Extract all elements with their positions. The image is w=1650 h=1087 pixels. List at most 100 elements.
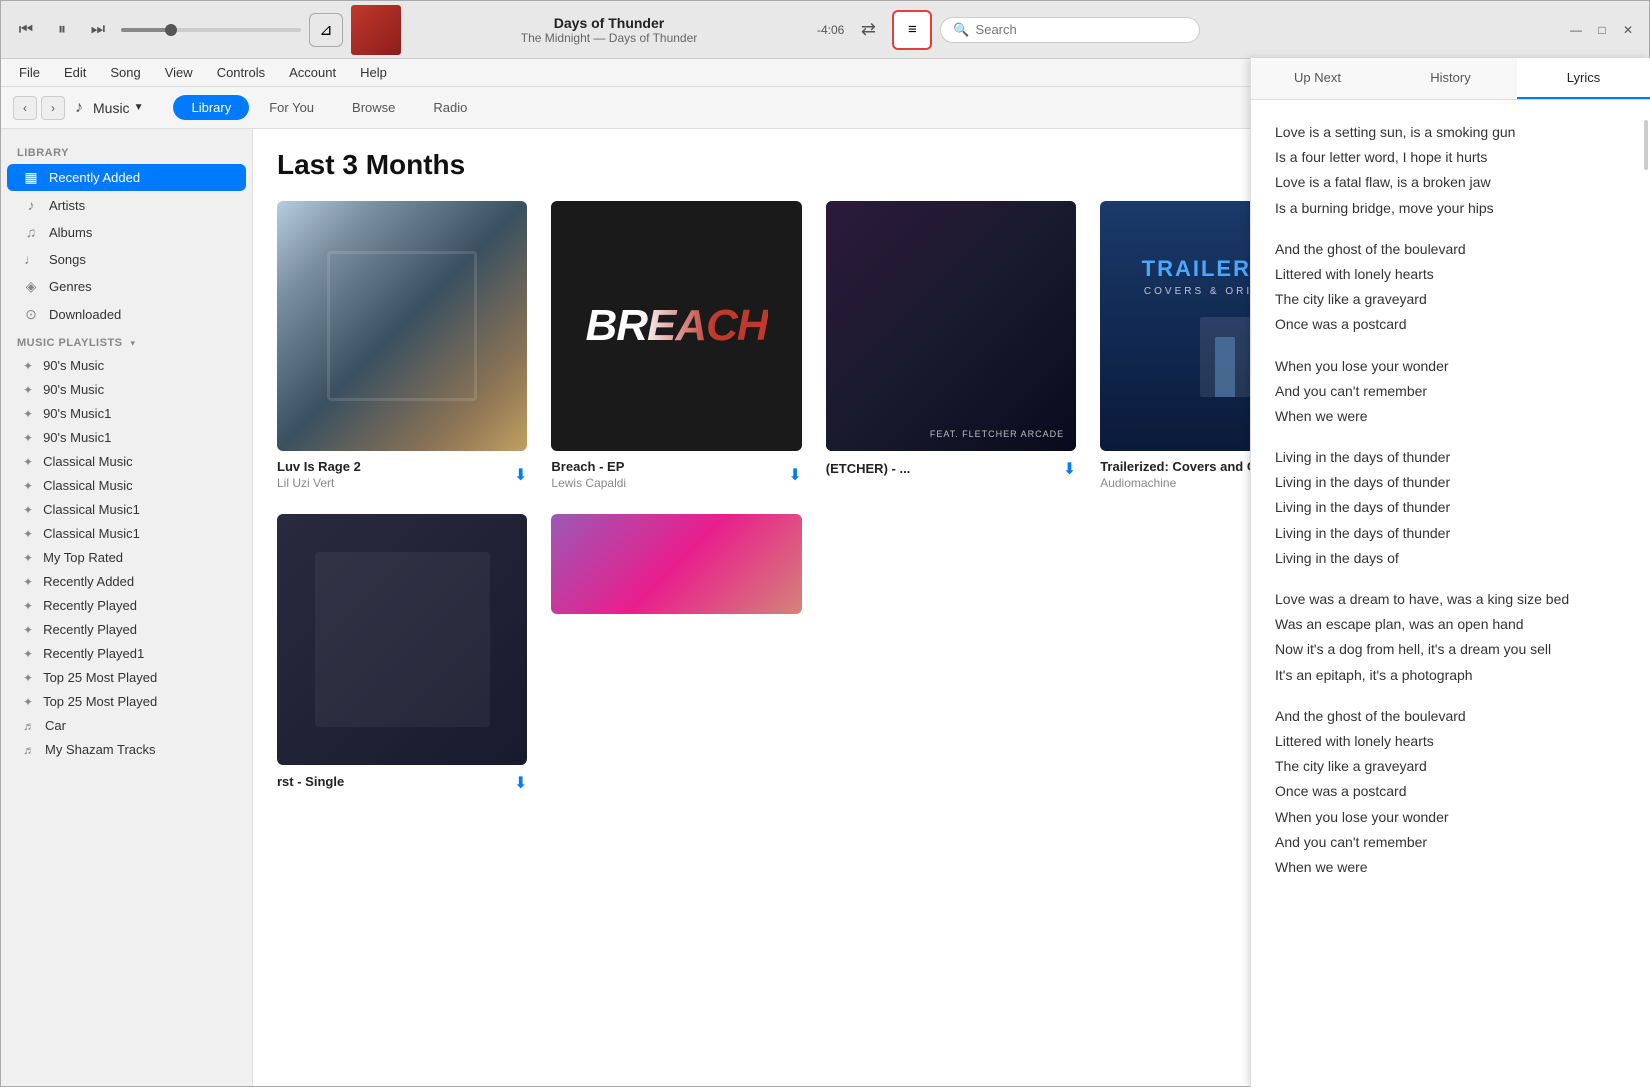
menu-account[interactable]: Account (279, 63, 346, 82)
playlist-label-1: 90's Music (43, 358, 104, 373)
download-button-first[interactable]: ⬇ (514, 773, 527, 793)
sidebar-item-artists[interactable]: ♪ Artists (7, 192, 246, 218)
next-button[interactable]: ⏭ (83, 15, 113, 45)
lyrics-line: Love is a setting sun, is a smoking gun (1275, 129, 1626, 145)
playlist-top25-1[interactable]: ✦ Top 25 Most Played (7, 666, 246, 689)
nav-tabs: Library For You Browse Radio (173, 95, 485, 120)
shuffle-button[interactable]: ⇄ (852, 14, 884, 46)
sidebar: Library ▦ Recently Added ♪ Artists ♫ Alb… (1, 129, 253, 1086)
playlist-recently-played-2[interactable]: ✦ Recently Played (7, 618, 246, 641)
playlist-label-16: Car (45, 718, 66, 733)
playlist-classical1-1[interactable]: ✦ Classical Music1 (7, 498, 246, 521)
playlist-classical-1[interactable]: ✦ Classical Music (7, 450, 246, 473)
playlist-top25-2[interactable]: ✦ Top 25 Most Played (7, 690, 246, 713)
album-info-luv: Luv Is Rage 2 Lil Uzi Vert ⬇ (277, 459, 527, 490)
playlist-label-3: 90's Music1 (43, 406, 111, 421)
album-card-luv[interactable]: Luv Is Rage 2 Lil Uzi Vert ⬇ (277, 201, 527, 490)
album-card-fletcher[interactable]: FEAT. FLETCHER ARCADE (ETCHER) - ... ⬇ (826, 201, 1076, 490)
sidebar-item-recently-added[interactable]: ▦ Recently Added (7, 164, 246, 191)
download-button-fletcher[interactable]: ⬇ (1063, 459, 1076, 479)
lyrics-scrollbar[interactable] (1644, 129, 1648, 170)
playlist-my-top-rated[interactable]: ✦ My Top Rated (7, 546, 246, 569)
playlist-90s-music1-1[interactable]: ✦ 90's Music1 (7, 402, 246, 425)
playlist-label-13: Recently Played1 (43, 646, 144, 661)
album-cover-luv (277, 201, 527, 451)
playlist-label-17: My Shazam Tracks (45, 742, 156, 757)
back-button[interactable]: ‹ (13, 96, 37, 120)
playlist-icon-13: ✦ (23, 647, 33, 661)
airplay-icon: ⊿ (319, 20, 332, 40)
play-pause-button[interactable]: ⏸ (47, 15, 77, 45)
playlists-header[interactable]: Music Playlists ▾ (1, 329, 252, 353)
queue-button[interactable]: ≡ (892, 10, 932, 50)
menu-file[interactable]: File (9, 63, 50, 82)
lyrics-spacer (1275, 688, 1626, 704)
main-content: Library ▦ Recently Added ♪ Artists ♫ Alb… (1, 129, 1649, 1086)
nav-arrows: ‹ › (13, 96, 65, 120)
lyrics-line: Is a burning bridge, move your hips (1275, 196, 1626, 221)
lyrics-bottom-fade (1251, 1067, 1649, 1086)
lyrics-spacer (1275, 571, 1626, 587)
time-display: -4:06 (817, 23, 844, 37)
search-input[interactable] (976, 22, 1176, 37)
progress-fill (121, 28, 171, 32)
chevron-down-icon: ▼ (134, 102, 144, 113)
lyrics-line: Love is a fatal flaw, is a broken jaw (1275, 170, 1626, 195)
tab-library[interactable]: Library (173, 95, 249, 120)
playlist-my-shazam[interactable]: ♬ My Shazam Tracks (7, 738, 246, 761)
playlist-90s-music-1[interactable]: ✦ 90's Music (7, 354, 246, 377)
forward-button[interactable]: › (41, 96, 65, 120)
lyrics-spacer (1275, 221, 1626, 237)
tab-for-you[interactable]: For You (251, 95, 332, 120)
lyrics-line: Now it's a dog from hell, it's a dream y… (1275, 637, 1626, 662)
maximize-button[interactable]: □ (1591, 19, 1613, 41)
lyrics-line: The city like a graveyard (1275, 287, 1626, 312)
minimize-button[interactable]: — (1565, 19, 1587, 41)
tab-radio[interactable]: Radio (415, 95, 485, 120)
sidebar-item-genres[interactable]: ◈ Genres (7, 273, 246, 300)
playlist-90s-music1-2[interactable]: ✦ 90's Music1 (7, 426, 246, 449)
album-card-breach[interactable]: BREACH Breach - EP Lewis Capaldi ⬇ (551, 201, 801, 490)
playlist-90s-music-2[interactable]: ✦ 90's Music (7, 378, 246, 401)
playlist-icon-7: ✦ (23, 503, 33, 517)
menu-view[interactable]: View (155, 63, 203, 82)
lyrics-line: Living in the days of thunder (1275, 521, 1626, 546)
sidebar-genres-label: Genres (49, 279, 92, 294)
menu-edit[interactable]: Edit (54, 63, 96, 82)
download-button-luv[interactable]: ⬇ (514, 465, 527, 485)
menu-controls[interactable]: Controls (207, 63, 275, 82)
sidebar-item-albums[interactable]: ♫ Albums (7, 219, 246, 245)
music-icon: ♪ (75, 99, 83, 117)
menu-help[interactable]: Help (350, 63, 397, 82)
playlist-car[interactable]: ♬ Car (7, 714, 246, 737)
playlist-recently-played1[interactable]: ✦ Recently Played1 (7, 642, 246, 665)
track-title: Days of Thunder (554, 15, 664, 31)
playlist-classical1-2[interactable]: ✦ Classical Music1 (7, 522, 246, 545)
album-card-first[interactable]: rst - Single ⬇ (277, 514, 527, 792)
album-name-breach: Breach - EP (551, 459, 788, 474)
title-bar: ⏮ ⏸ ⏭ ⊿ Days of Thunder The Midnight — D… (1, 1, 1649, 59)
playlist-label-12: Recently Played (43, 622, 137, 637)
location-dropdown[interactable]: Music ▼ (93, 100, 143, 116)
sidebar-item-downloaded[interactable]: ⊙ Downloaded (7, 301, 246, 328)
lyrics-line: And the ghost of the boulevard (1275, 704, 1626, 729)
lyrics-line: When you lose your wonder (1275, 805, 1626, 830)
download-button-breach[interactable]: ⬇ (788, 465, 801, 485)
album-name-luv: Luv Is Rage 2 (277, 459, 514, 474)
close-button[interactable]: ✕ (1617, 19, 1639, 41)
album-card-girl[interactable] (551, 514, 801, 792)
progress-thumb (165, 24, 177, 36)
previous-button[interactable]: ⏮ (11, 15, 41, 45)
playlist-classical-2[interactable]: ✦ Classical Music (7, 474, 246, 497)
menu-song[interactable]: Song (100, 63, 150, 82)
progress-bar[interactable] (121, 28, 301, 32)
tab-browse[interactable]: Browse (334, 95, 413, 120)
album-cover-first (277, 514, 527, 764)
sidebar-item-songs[interactable]: ♩ Songs (7, 246, 246, 272)
airplay-button[interactable]: ⊿ (309, 13, 343, 47)
playlist-recently-added[interactable]: ✦ Recently Added (7, 570, 246, 593)
playlist-recently-played-1[interactable]: ✦ Recently Played (7, 594, 246, 617)
album-name-fletcher: (ETCHER) - ... (826, 461, 1063, 476)
playlist-icon-17: ♬ (23, 743, 35, 757)
playlist-icon-12: ✦ (23, 623, 33, 637)
